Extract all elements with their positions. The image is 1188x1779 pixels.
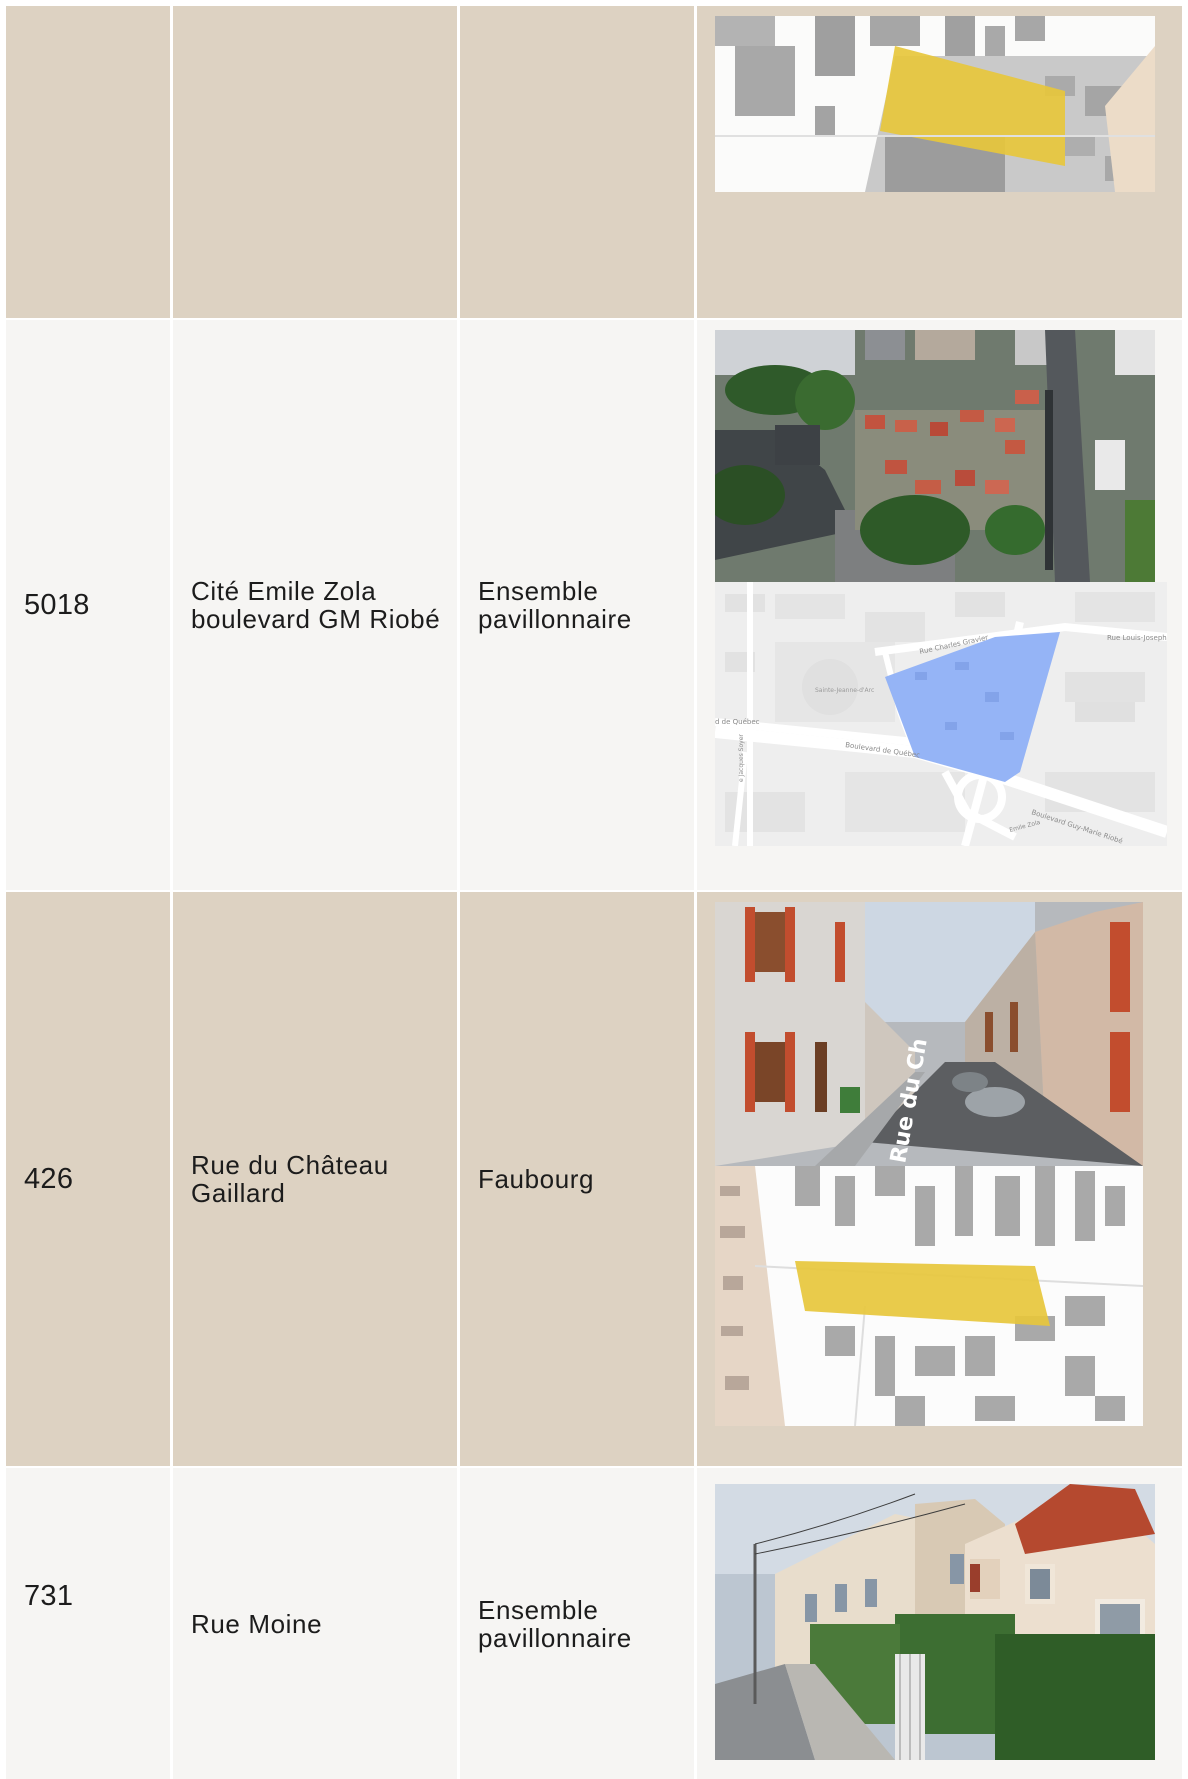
address-cell bbox=[173, 6, 457, 318]
id-cell: 731 bbox=[6, 1468, 170, 1779]
table-row: 426 Rue du Château Gaillard Faubourg Rue… bbox=[6, 892, 1182, 1466]
row-type: Faubourg bbox=[478, 1164, 595, 1194]
cadastral-plan-image bbox=[715, 16, 1155, 192]
row-id: 5018 bbox=[24, 588, 90, 621]
row-id: 731 bbox=[24, 1580, 74, 1612]
image-cell bbox=[697, 6, 1182, 318]
map-label-louis-joseph: Rue Louis-Joseph F bbox=[1107, 634, 1167, 642]
row-type: Ensemble pavillonnaire bbox=[478, 576, 632, 634]
type-cell: Ensemble pavillonnaire bbox=[460, 1468, 694, 1779]
map-label-jacques-soyer: e Jacques Soyer bbox=[738, 734, 745, 782]
aerial-view-image bbox=[715, 330, 1155, 582]
type-cell: Ensemble pavillonnaire bbox=[460, 320, 694, 890]
table-row: 5018 Cité Emile Zola boulevard GM Riobé … bbox=[6, 320, 1182, 890]
map-label-sainte-jeanne: Sainte-Jeanne-d'Arc bbox=[815, 687, 874, 694]
address-cell: Rue Moine bbox=[173, 1468, 457, 1779]
address-cell: Rue du Château Gaillard bbox=[173, 892, 457, 1466]
table-row: 731 Rue Moine Ensemble pavillonnaire bbox=[6, 1468, 1182, 1779]
id-cell: 426 bbox=[6, 892, 170, 1466]
id-cell: 5018 bbox=[6, 320, 170, 890]
type-cell bbox=[460, 6, 694, 318]
row-address: Rue Moine bbox=[191, 1608, 323, 1639]
street-map-image: Rue Charles Gravier Rue Louis-Joseph F S… bbox=[715, 582, 1167, 846]
table-row bbox=[6, 6, 1182, 318]
row-address: Cité Emile Zola boulevard GM Riobé bbox=[191, 576, 441, 634]
map-label-quebec-left: d de Québec bbox=[715, 718, 760, 726]
id-cell bbox=[6, 6, 170, 318]
address-cell: Cité Emile Zola boulevard GM Riobé bbox=[173, 320, 457, 890]
image-cell bbox=[697, 1468, 1182, 1779]
image-cell: Rue Charles Gravier Rue Louis-Joseph F S… bbox=[697, 320, 1182, 890]
type-cell: Faubourg bbox=[460, 892, 694, 1466]
row-id: 426 bbox=[24, 1162, 74, 1195]
image-cell: Rue du Ch bbox=[697, 892, 1182, 1466]
street-view-image bbox=[715, 1484, 1155, 1760]
row-type: Ensemble pavillonnaire bbox=[478, 1594, 632, 1653]
street-view-image: Rue du Ch bbox=[715, 902, 1143, 1166]
cadastral-plan-image bbox=[715, 1166, 1143, 1426]
row-address: Rue du Château Gaillard bbox=[191, 1150, 389, 1208]
